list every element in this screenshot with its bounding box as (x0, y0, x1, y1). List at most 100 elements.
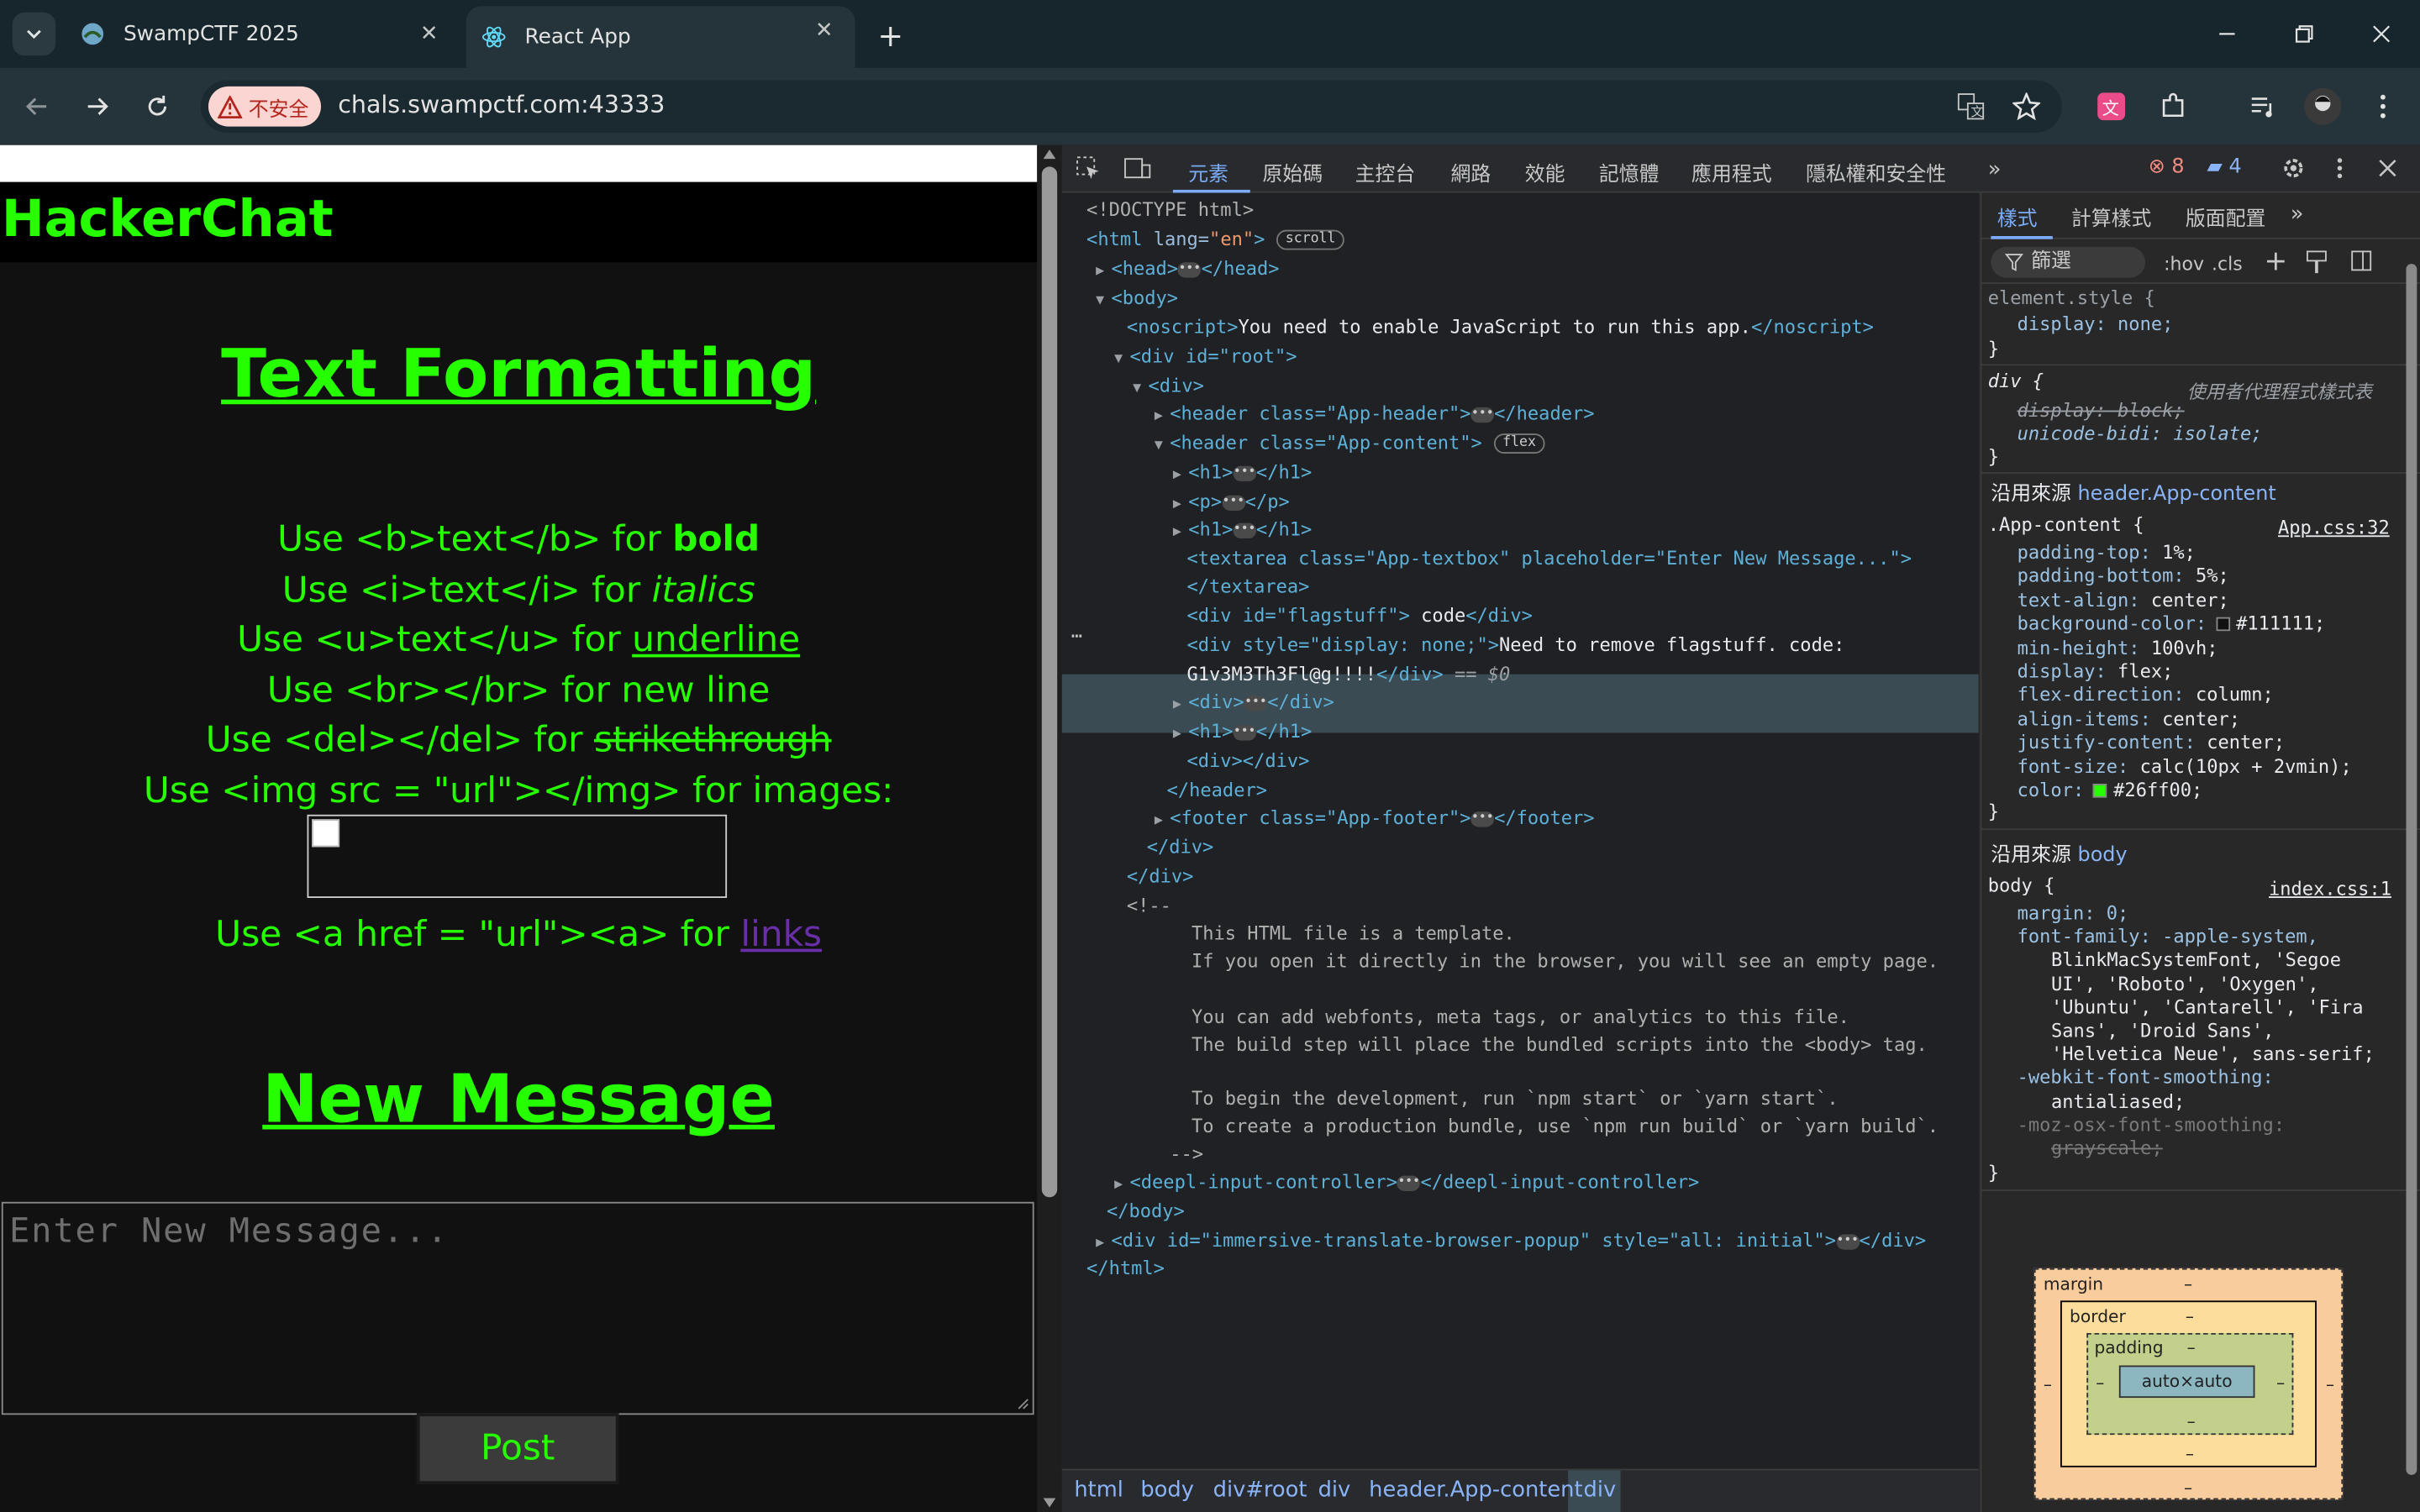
dom-app-header-node[interactable]: ▶ <header class="App-header">•••</header> (1155, 402, 1595, 424)
dom-comment-close[interactable]: --> (1170, 1143, 1203, 1165)
breadcrumb-div-selected[interactable]: div (1583, 1478, 1616, 1503)
dom-html-close[interactable]: </html> (1086, 1257, 1165, 1279)
breadcrumb-body[interactable]: body (1140, 1478, 1194, 1503)
style-rule[interactable]: background-color: #111111; (2018, 613, 2326, 635)
dom-div-node[interactable]: ▶ <div>•••</div> (1173, 691, 1334, 713)
message-counter[interactable]: ▰ 4 (2207, 156, 2242, 180)
dom-noscript-node[interactable]: <noscript>You need to enable JavaScript … (1127, 317, 1874, 339)
error-counter[interactable]: ⊗ 8 (2149, 156, 2185, 180)
device-toolbar-icon[interactable] (1123, 156, 1151, 181)
dom-hidden-div-node[interactable]: <div style="display: none;">Need to remo… (1186, 634, 1844, 656)
more-panes-chevron-icon[interactable]: » (2291, 202, 2304, 227)
ellipsis-icon[interactable]: ••• (1244, 695, 1268, 711)
collapse-arrow-icon[interactable]: ▼ (1114, 352, 1129, 367)
index-css-source-link[interactable]: index.css:1 (2269, 878, 2391, 900)
expand-arrow-icon[interactable]: ▶ (1173, 727, 1188, 742)
collapse-arrow-icon[interactable]: ▼ (1133, 381, 1148, 396)
dom-div-node[interactable]: ▼ <div> (1133, 375, 1204, 396)
close-devtools-icon[interactable] (2378, 159, 2396, 177)
devtools-tab-console[interactable]: 主控台 (1355, 157, 1416, 187)
extensions-puzzle-icon[interactable] (2151, 85, 2194, 128)
dom-header-close[interactable]: </header> (1167, 780, 1267, 801)
dom-flagstuff-node[interactable]: <div id="flagstuff"> code</div> (1186, 605, 1532, 627)
style-rule[interactable]: flex-direction: column; (2018, 684, 2274, 706)
style-rule[interactable]: 'Helvetica Neue', sans-serif; (2051, 1043, 2375, 1065)
style-rule[interactable]: 'Ubuntu', 'Cantarell', 'Fira (2051, 996, 2364, 1018)
node-actions-ellipsis-icon[interactable]: ⋯ (1071, 625, 1082, 647)
style-rule[interactable]: font-size: calc(10px + 2vmin); (2018, 755, 2352, 777)
toggle-sidebar-icon[interactable] (2350, 250, 2372, 272)
dom-root-close[interactable]: </div> (1127, 865, 1194, 887)
class-toggle[interactable]: .cls (2212, 253, 2243, 275)
style-rule[interactable]: UI', 'Roboto', 'Oxygen', (2051, 973, 2318, 995)
scroll-badge[interactable]: scroll (1276, 229, 1345, 250)
ellipsis-icon[interactable]: ••• (1233, 723, 1256, 740)
color-swatch[interactable] (2093, 784, 2107, 798)
breadcrumb-div-root[interactable]: div#root (1213, 1478, 1307, 1503)
style-rule[interactable]: margin: 0; (2018, 902, 2129, 924)
app-css-source-link[interactable]: App.css:32 (2278, 517, 2390, 538)
message-textarea[interactable]: Enter New Message... (1, 1201, 1034, 1415)
links-sample-link[interactable]: links (740, 915, 822, 955)
scroll-up-arrow-icon[interactable] (1043, 150, 1056, 160)
ellipsis-icon[interactable]: ••• (1222, 494, 1245, 511)
tab-swampctf[interactable]: SwampCTF 2025 ✕ (68, 9, 460, 59)
dom-doctype[interactable]: <!DOCTYPE html> (1086, 199, 1254, 221)
ellipsis-icon[interactable]: ••• (1835, 1233, 1860, 1249)
dom-comment-open[interactable]: <!-- (1127, 895, 1171, 916)
style-rule[interactable]: Sans', 'Droid Sans', (2051, 1020, 2274, 1042)
breadcrumb-header-app-content[interactable]: header.App-content (1369, 1478, 1582, 1503)
dom-html-node[interactable]: <html lang="en"> scroll (1086, 228, 1345, 250)
address-bar[interactable]: 不安全 chals.swampctf.com:43333 文 (200, 80, 2062, 133)
style-rule[interactable]: -moz-osx-font-smoothing: (2018, 1114, 2285, 1136)
ellipsis-icon[interactable]: ••• (1233, 465, 1256, 481)
style-rule[interactable]: align-items: center; (2018, 708, 2240, 730)
dom-empty-div-node[interactable]: <div></div> (1186, 750, 1309, 772)
ellipsis-icon[interactable]: ••• (1470, 810, 1495, 827)
browser-menu-kebab-icon[interactable] (2361, 85, 2404, 128)
styles-tab-styles[interactable]: 樣式 (1997, 202, 2038, 232)
styles-tab-layout[interactable]: 版面配置 (2186, 202, 2266, 232)
dom-app-content-node[interactable]: ▼ <header class="App-content"> flex (1155, 432, 1545, 454)
expand-arrow-icon[interactable]: ▶ (1096, 1236, 1111, 1251)
restore-button[interactable] (2281, 13, 2328, 55)
style-rule[interactable]: display: flex; (2018, 660, 2174, 682)
resize-handle-icon[interactable] (1017, 1398, 1029, 1410)
dom-h1-node[interactable]: ▶ <h1>•••</h1> (1173, 461, 1312, 483)
dom-div-close[interactable]: </div> (1147, 837, 1214, 858)
paint-brush-icon[interactable] (2306, 250, 2328, 275)
style-rule[interactable]: font-family: -apple-system, (2018, 926, 2318, 948)
dom-popup-node[interactable]: ▶ <div id="immersive-translate-browser-po… (1096, 1230, 1926, 1252)
dom-p-node[interactable]: ▶ <p>•••</p> (1173, 491, 1290, 512)
forward-button[interactable] (76, 85, 118, 128)
style-rule[interactable]: color: #26ff00; (2018, 780, 2203, 801)
translate-icon[interactable]: 文 (1954, 90, 1987, 123)
devtools-tab-application[interactable]: 應用程式 (1691, 157, 1772, 187)
dom-footer-node[interactable]: ▶ <footer class="App-footer">•••</footer> (1155, 807, 1595, 829)
breadcrumb-div[interactable]: div (1318, 1478, 1351, 1503)
style-rule[interactable]: text-align: center; (2018, 589, 2229, 611)
style-rule[interactable]: BlinkMacSystemFont, 'Segoe (2051, 949, 2341, 971)
expand-arrow-icon[interactable]: ▶ (1155, 409, 1170, 424)
devtools-tab-memory[interactable]: 記憶體 (1599, 157, 1660, 187)
devtools-tab-elements[interactable]: 元素 (1188, 157, 1228, 187)
styles-scrollbar[interactable] (2402, 242, 2420, 1492)
style-rule[interactable]: padding-bottom: 5%; (2018, 565, 2229, 587)
dom-textarea-close[interactable]: </textarea> (1186, 575, 1309, 597)
more-tabs-chevron-icon[interactable]: » (1988, 157, 2002, 181)
new-style-rule-plus-icon[interactable]: + (2264, 245, 2287, 278)
devtools-tab-sources[interactable]: 原始碼 (1262, 157, 1323, 187)
dom-deepl-node[interactable]: ▶ <deepl-input-controller>•••</deepl-inpu… (1114, 1171, 1699, 1193)
media-controls-icon[interactable] (2241, 85, 2284, 128)
dom-head-node[interactable]: ▶ <head>•••</head> (1096, 258, 1279, 280)
collapse-arrow-icon[interactable]: ▼ (1096, 293, 1111, 308)
dom-hidden-div-node-cont[interactable]: G1v3M3Th3Fl@g!!!!</div> == $0 (1186, 664, 1510, 685)
scroll-down-arrow-icon[interactable] (1043, 1498, 1056, 1508)
bookmark-star-icon[interactable] (2009, 90, 2043, 123)
reload-button[interactable] (136, 85, 179, 128)
ellipsis-icon[interactable]: ••• (1233, 522, 1256, 538)
page-scrollbar[interactable] (1037, 144, 1062, 1512)
style-rule[interactable]: -webkit-font-smoothing: (2018, 1067, 2274, 1089)
devtools-menu-kebab-icon[interactable] (2337, 156, 2343, 181)
security-chip[interactable]: 不安全 (208, 86, 322, 127)
